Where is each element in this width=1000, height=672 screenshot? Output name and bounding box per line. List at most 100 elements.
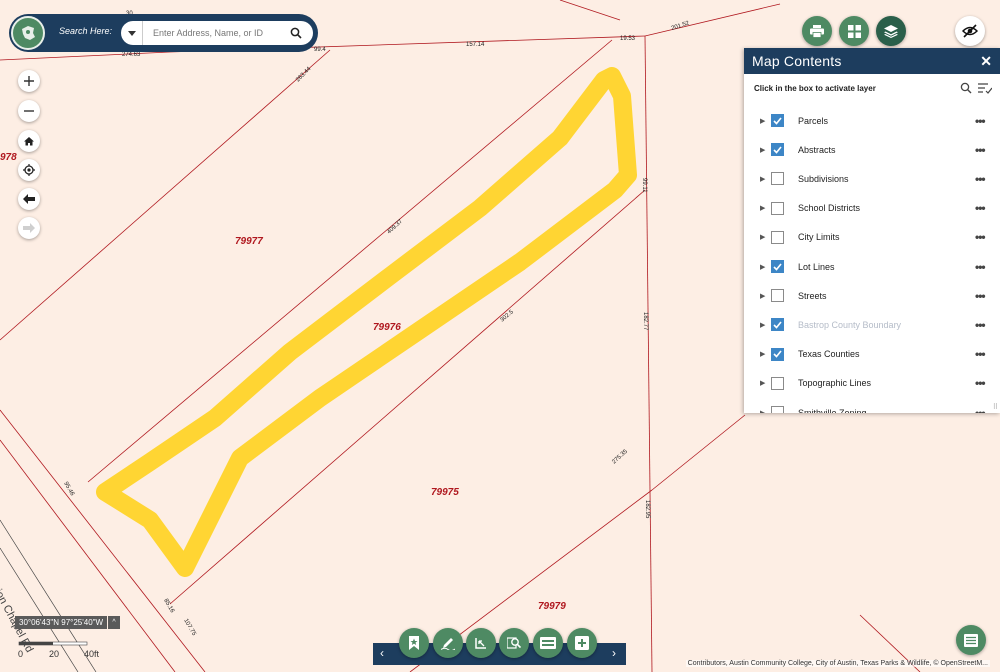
- expand-caret-icon[interactable]: ▶: [760, 292, 765, 300]
- layer-name: Topographic Lines: [798, 378, 872, 389]
- layer-row[interactable]: ▶ Lot Lines •••: [744, 252, 1000, 281]
- panel-header: Map Contents ✕: [744, 48, 1000, 74]
- identify-button[interactable]: [499, 628, 529, 658]
- measure-button[interactable]: [466, 628, 496, 658]
- scale-label: 0: [18, 649, 24, 659]
- map-contents-panel: Map Contents ✕ Click in the box to activ…: [744, 48, 1000, 413]
- previous-extent-button[interactable]: [18, 188, 40, 210]
- checkmark-icon: [773, 262, 782, 271]
- layer-checkbox[interactable]: [771, 143, 784, 157]
- attribute-table-button[interactable]: [956, 625, 986, 655]
- filter-list-icon[interactable]: [978, 82, 992, 94]
- search-label: Search Here:: [59, 26, 113, 36]
- dimension-label: 182.95: [644, 500, 650, 519]
- dimension-label: 19.53: [620, 36, 636, 42]
- layer-row[interactable]: ▶ Topographic Lines •••: [744, 369, 1000, 398]
- search-type-dropdown[interactable]: [121, 21, 143, 45]
- layer-checkbox[interactable]: [771, 376, 784, 390]
- checkmark-icon: [773, 116, 782, 125]
- scale-label: 40ft: [84, 649, 100, 659]
- layer-row[interactable]: ▶ Abstracts •••: [744, 135, 1000, 164]
- more-options-icon[interactable]: •••: [975, 201, 986, 215]
- toggle-ui-button[interactable]: [955, 16, 985, 46]
- more-options-icon[interactable]: •••: [975, 347, 986, 361]
- print-layout-icon: [540, 637, 556, 649]
- more-options-icon[interactable]: •••: [975, 289, 986, 303]
- checkmark-icon: [773, 321, 782, 329]
- draw-button[interactable]: [433, 628, 463, 658]
- expand-caret-icon[interactable]: ▶: [760, 321, 765, 329]
- more-options-icon[interactable]: •••: [975, 143, 986, 157]
- more-options-icon[interactable]: •••: [975, 172, 986, 186]
- resize-handle-icon[interactable]: ⠿: [993, 403, 998, 411]
- layer-checkbox[interactable]: [771, 201, 784, 215]
- search-icon[interactable]: [960, 82, 972, 94]
- home-button[interactable]: [18, 130, 40, 152]
- home-icon: [24, 137, 34, 146]
- layer-row[interactable]: ▶ Bastrop County Boundary •••: [744, 310, 1000, 339]
- county-seal-icon: [22, 26, 35, 40]
- checkmark-icon: [773, 146, 782, 154]
- layer-checkbox[interactable]: [771, 260, 784, 273]
- more-options-icon[interactable]: •••: [975, 230, 986, 244]
- layer-checkbox[interactable]: [771, 114, 784, 127]
- zoom-in-button[interactable]: [18, 70, 40, 92]
- basemap-gallery-button[interactable]: [839, 16, 869, 46]
- next-extent-button[interactable]: [18, 217, 40, 239]
- add-data-button[interactable]: [567, 628, 597, 658]
- layer-row[interactable]: ▶ Streets •••: [744, 281, 1000, 310]
- more-options-icon[interactable]: •••: [975, 114, 986, 128]
- coordinate-toggle[interactable]: ^: [108, 616, 121, 629]
- layer-row[interactable]: ▶ City Limits •••: [744, 223, 1000, 252]
- print-icon: [810, 24, 824, 38]
- print-layout-button[interactable]: [533, 628, 563, 658]
- layer-checkbox[interactable]: [771, 172, 784, 186]
- expand-caret-icon[interactable]: ▶: [760, 263, 765, 271]
- table-icon: [964, 633, 978, 647]
- layer-row[interactable]: ▶ Texas Counties •••: [744, 340, 1000, 369]
- parcel-label: 79976: [373, 322, 401, 333]
- layer-row[interactable]: ▶ Subdivisions •••: [744, 164, 1000, 193]
- layer-checkbox[interactable]: [771, 406, 784, 413]
- bookmark-button[interactable]: [399, 628, 429, 658]
- caret-down-icon: [127, 30, 136, 36]
- close-icon[interactable]: ✕: [980, 53, 992, 70]
- locate-icon: [23, 164, 35, 176]
- expand-caret-icon[interactable]: ▶: [760, 146, 765, 154]
- zoom-out-button[interactable]: [18, 100, 40, 122]
- more-options-icon[interactable]: •••: [975, 318, 986, 332]
- layer-row[interactable]: ▶ School Districts •••: [744, 194, 1000, 223]
- layer-checkbox[interactable]: [771, 347, 784, 361]
- expand-caret-icon[interactable]: ▶: [760, 379, 765, 387]
- dimension-label: 182.77: [642, 312, 648, 331]
- toolbar-next-button[interactable]: ›: [612, 646, 616, 660]
- layers-button[interactable]: [876, 16, 906, 46]
- add-data-icon: [575, 636, 589, 650]
- expand-caret-icon[interactable]: ▶: [760, 233, 765, 241]
- layer-checkbox[interactable]: [771, 289, 784, 303]
- expand-caret-icon[interactable]: ▶: [760, 409, 765, 414]
- locate-button[interactable]: [18, 159, 40, 181]
- more-options-icon[interactable]: •••: [975, 260, 986, 274]
- identify-icon: [507, 637, 521, 649]
- layer-checkbox[interactable]: [771, 230, 784, 244]
- layer-checkbox[interactable]: [771, 318, 784, 332]
- expand-caret-icon[interactable]: ▶: [760, 204, 765, 212]
- scale-label: 20: [49, 649, 60, 659]
- expand-caret-icon[interactable]: ▶: [760, 117, 765, 125]
- more-options-icon[interactable]: •••: [975, 406, 986, 414]
- print-button[interactable]: [802, 16, 832, 46]
- expand-caret-icon[interactable]: ▶: [760, 350, 765, 358]
- expand-caret-icon[interactable]: ▶: [760, 175, 765, 183]
- county-logo[interactable]: [11, 16, 45, 50]
- layer-row[interactable]: ▶ Smithville Zoning •••: [744, 398, 1000, 413]
- search-button[interactable]: [283, 21, 309, 45]
- parcel-label: 79975: [431, 487, 459, 498]
- more-options-icon[interactable]: •••: [975, 376, 986, 390]
- layer-row[interactable]: ▶ Parcels •••: [744, 106, 1000, 135]
- search-icon: [290, 27, 302, 39]
- toolbar-prev-button[interactable]: ‹: [380, 646, 384, 660]
- zoom-in-icon: [24, 76, 34, 86]
- search-input[interactable]: [143, 23, 283, 43]
- coordinate-text: 30°06'43"N 97°25'40"W: [15, 616, 108, 629]
